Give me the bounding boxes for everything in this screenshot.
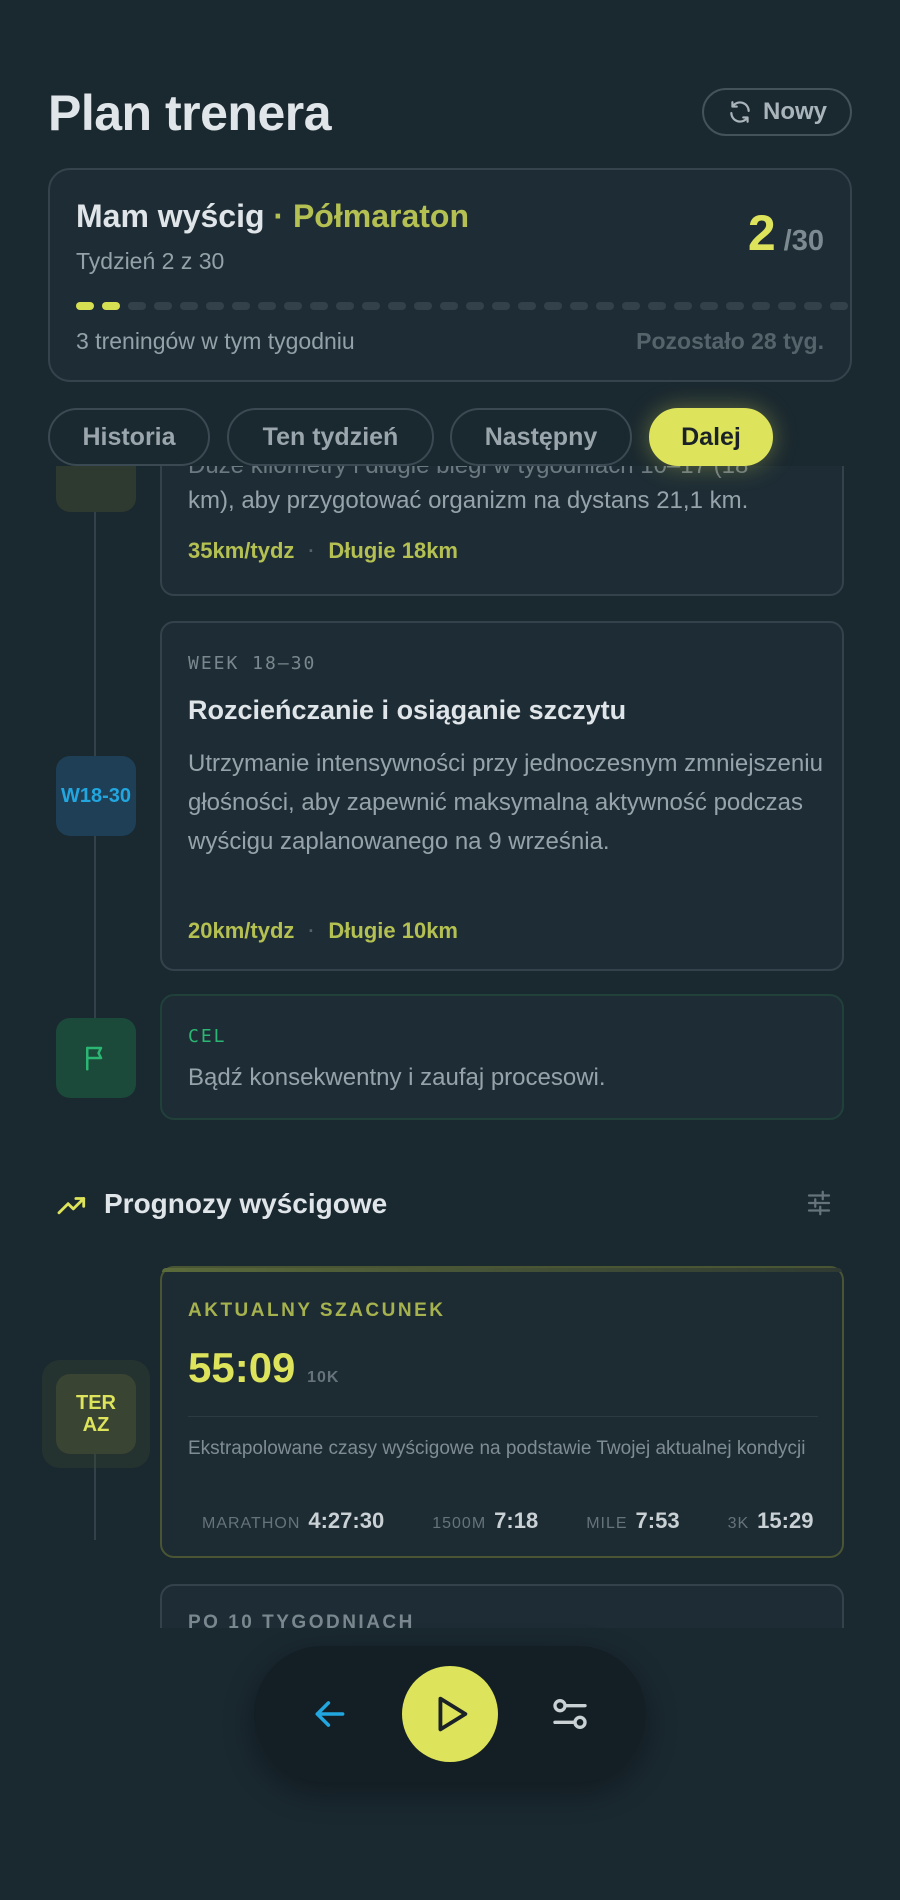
progress-segment bbox=[674, 302, 692, 310]
settings-button[interactable] bbox=[540, 1684, 600, 1744]
phase-text: Utrzymanie intensywności przy jednoczesn… bbox=[188, 750, 823, 855]
progress-segment bbox=[284, 302, 302, 310]
progress-segment bbox=[726, 302, 744, 310]
estimate-label: AKTUALNY SZACUNEK bbox=[188, 1300, 446, 1321]
workouts-this-week: 3 treningów w tym tygodniu bbox=[76, 328, 355, 354]
current-week: 2 bbox=[747, 205, 776, 261]
race-name: Półmaraton bbox=[292, 198, 469, 234]
progress-segment bbox=[622, 302, 640, 310]
toggles-icon bbox=[553, 1699, 587, 1729]
goal-label: CEL bbox=[188, 1026, 227, 1047]
week-of-total: Tydzień 2 z 30 bbox=[76, 248, 225, 274]
progress-segment bbox=[414, 302, 432, 310]
progress-segment bbox=[232, 302, 250, 310]
progress-segment bbox=[154, 302, 172, 310]
week-progress-bar bbox=[76, 302, 848, 310]
estimate-time-row: 55:09 10K bbox=[188, 1344, 339, 1392]
predictions-title: Prognozy wyścigowe bbox=[104, 1188, 388, 1219]
timeline-line bbox=[94, 466, 96, 1030]
progress-segment bbox=[830, 302, 848, 310]
plan-title: Mam wyścig · Półmaraton bbox=[76, 198, 469, 234]
progress-segment bbox=[128, 302, 146, 310]
weekly-distance: 35km/tydz bbox=[188, 538, 295, 563]
future-estimate-card: PO 10 TYGODNIACH bbox=[160, 1584, 844, 1628]
progress-segment bbox=[778, 302, 796, 310]
page-title: Plan trenera bbox=[48, 85, 332, 141]
progress-segment bbox=[596, 302, 614, 310]
plan-card: Mam wyścig · Półmaraton Tydzień 2 z 30 2… bbox=[48, 168, 852, 382]
now-marker: TERAZ bbox=[56, 1374, 136, 1454]
progress-segment bbox=[76, 302, 94, 310]
play-button[interactable] bbox=[402, 1666, 498, 1762]
phase-card-taper: WEEK 18–30 Rozcieńczanie i osiąganie szc… bbox=[160, 621, 844, 971]
tab-this-week[interactable]: Ten tydzień bbox=[227, 408, 434, 466]
estimate-time: 55:09 bbox=[188, 1344, 296, 1391]
goal-card: CEL Bądź konsekwentny i zaufaj procesowi… bbox=[160, 994, 844, 1120]
bottom-action-bar bbox=[254, 1646, 646, 1782]
progress-segment bbox=[258, 302, 276, 310]
new-plan-button[interactable]: Nowy bbox=[702, 88, 852, 136]
progress-segment bbox=[570, 302, 588, 310]
week-counter: 2 /30 bbox=[748, 204, 824, 262]
progress-segment bbox=[388, 302, 406, 310]
progress-segment bbox=[310, 302, 328, 310]
future-estimate-label: PO 10 TYGODNIACH bbox=[188, 1612, 415, 1628]
progress-segment bbox=[180, 302, 198, 310]
trending-up-icon bbox=[57, 1197, 86, 1215]
estimate-distance: 10K bbox=[307, 1369, 340, 1386]
phase-meta: 20km/tydz · Długie 10km bbox=[188, 918, 458, 944]
progress-segment bbox=[102, 302, 120, 310]
progress-segment bbox=[440, 302, 458, 310]
new-plan-label: Nowy bbox=[762, 98, 827, 125]
progress-segment bbox=[206, 302, 224, 310]
phase-text-hidden: Duże kilometry i długie biegi w tygodnia… bbox=[188, 466, 828, 482]
play-icon bbox=[438, 1696, 468, 1732]
phase-title: Rozcieńczanie i osiąganie szczytu bbox=[188, 695, 627, 725]
long-run: Długie 18km bbox=[328, 538, 458, 563]
divider bbox=[188, 1416, 818, 1417]
progress-segment bbox=[648, 302, 666, 310]
goal-marker bbox=[56, 1018, 136, 1098]
progress-segment bbox=[700, 302, 718, 310]
prediction-mile: MILE 7:53 bbox=[586, 1508, 680, 1533]
progress-segment bbox=[544, 302, 562, 310]
refresh-icon bbox=[730, 101, 750, 123]
estimate-description: Ekstrapolowane czasy wyścigowe na podsta… bbox=[188, 1438, 806, 1459]
progress-segment bbox=[336, 302, 354, 310]
meta-dot: · bbox=[308, 540, 315, 561]
meta-dot: · bbox=[308, 920, 315, 941]
phase-meta: 35km/tydz · Długie 18km bbox=[188, 538, 458, 564]
phase-text: km), aby przygotować organizm na dystans… bbox=[188, 487, 749, 514]
phase-marker-w18-30: W18-30 bbox=[56, 756, 136, 836]
progress-segment bbox=[362, 302, 380, 310]
weekly-distance: 20km/tydz bbox=[188, 918, 295, 943]
phase-marker bbox=[56, 466, 136, 512]
phase-card: Duże kilometry i długie biegi w tygodnia… bbox=[160, 466, 844, 596]
progress-segment bbox=[466, 302, 484, 310]
week-range-label: WEEK 18–30 bbox=[188, 653, 317, 674]
progress-segment bbox=[752, 302, 770, 310]
tab-later[interactable]: Dalej bbox=[649, 408, 773, 466]
timeline[interactable]: Duże kilometry i długie biegi w tygodnia… bbox=[0, 466, 900, 1628]
tab-next[interactable]: Następny bbox=[450, 408, 632, 466]
total-weeks: /30 bbox=[783, 225, 824, 257]
arrow-left-icon bbox=[315, 1701, 345, 1727]
progress-segment bbox=[804, 302, 822, 310]
sliders-icon[interactable] bbox=[804, 1188, 834, 1218]
long-run: Długie 10km bbox=[328, 918, 458, 943]
prediction-3k: 3K 15:29 bbox=[727, 1508, 814, 1533]
prediction-1500m: 1500M 7:18 bbox=[432, 1508, 539, 1533]
weeks-remaining: Pozostało 28 tyg. bbox=[636, 328, 824, 354]
current-estimate-card: AKTUALNY SZACUNEK 55:09 10K Ekstrapolowa… bbox=[160, 1266, 844, 1558]
back-button[interactable] bbox=[300, 1684, 360, 1744]
progress-segment bbox=[492, 302, 510, 310]
card-accent-bar bbox=[162, 1268, 842, 1272]
goal-text: Bądź konsekwentny i zaufaj procesowi. bbox=[188, 1064, 606, 1091]
tab-history[interactable]: Historia bbox=[48, 408, 210, 466]
flag-icon bbox=[86, 1046, 103, 1071]
prediction-marathon: MARATHON 4:27:30 bbox=[202, 1508, 385, 1533]
progress-segment bbox=[518, 302, 536, 310]
predictions-row: MARATHON 4:27:30 1500M 7:18 MILE 7:53 3K… bbox=[202, 1508, 813, 1534]
